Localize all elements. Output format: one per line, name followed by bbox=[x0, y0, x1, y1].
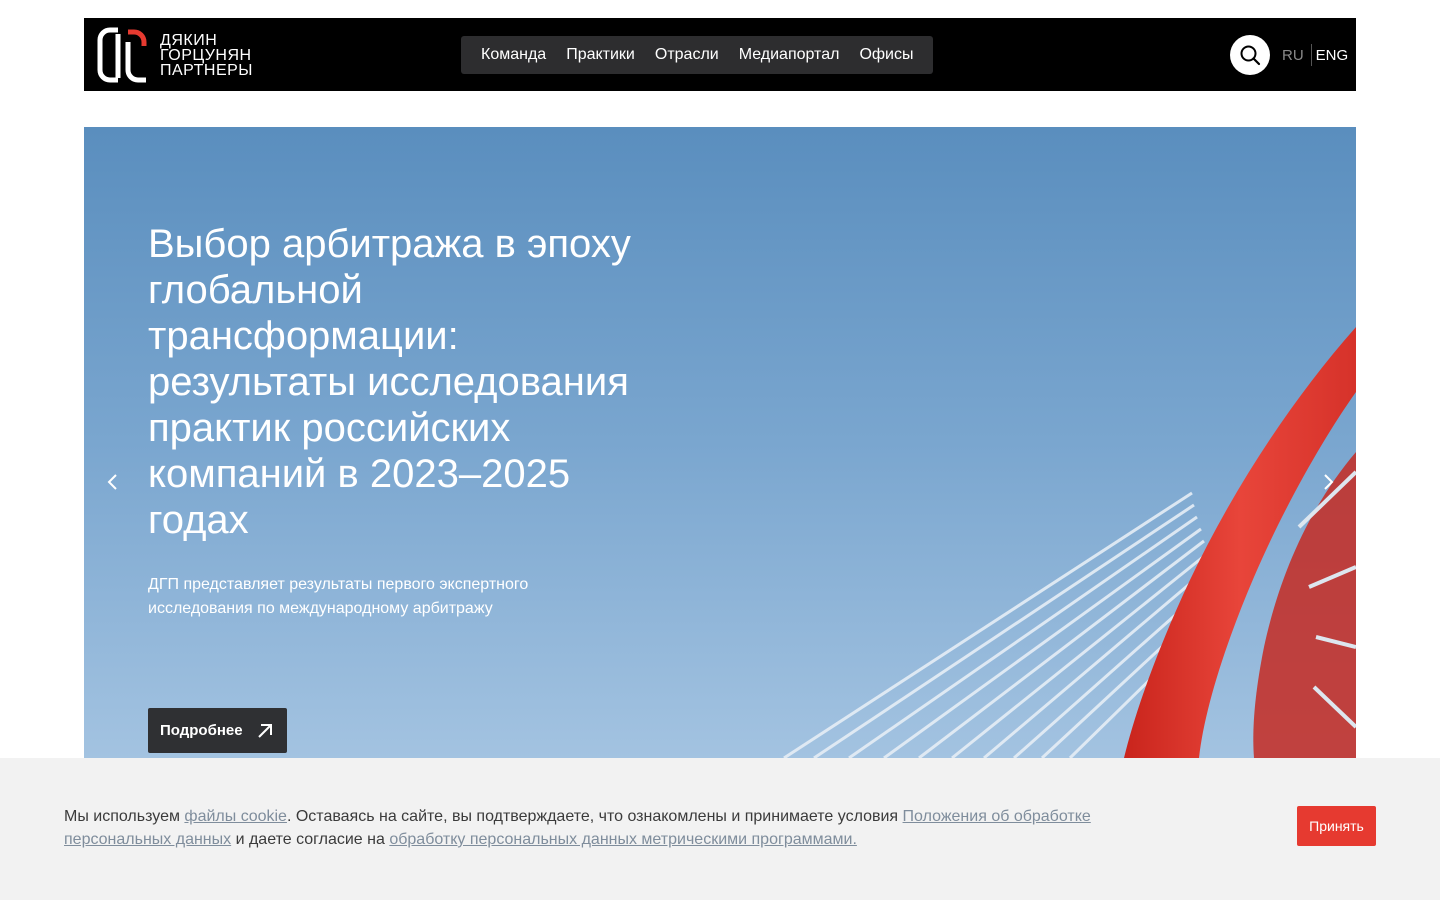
nav-item-offices[interactable]: Офисы bbox=[849, 46, 923, 64]
hero-more-button[interactable]: Подробнее bbox=[148, 708, 287, 753]
cookie-text-part: и даете согласие на bbox=[231, 831, 390, 848]
lang-divider bbox=[1310, 44, 1312, 66]
cookie-files-link[interactable]: файлы cookie bbox=[184, 808, 287, 825]
search-button[interactable] bbox=[1230, 35, 1270, 75]
metrics-consent-link[interactable]: обработку персональных данных метрически… bbox=[389, 831, 857, 848]
site-header: ДЯКИН ГОРЦУНЯН ПАРТНЕРЫ Команда Практики… bbox=[84, 18, 1356, 91]
main-nav: Команда Практики Отрасли Медиапортал Офи… bbox=[461, 36, 934, 74]
hero-more-label: Подробнее bbox=[160, 722, 243, 739]
nav-item-practices[interactable]: Практики bbox=[556, 46, 645, 64]
cookie-banner: Мы используем файлы cookie. Оставаясь на… bbox=[0, 758, 1440, 900]
cookie-accept-button[interactable]: Принять bbox=[1297, 806, 1376, 846]
lang-ru[interactable]: RU bbox=[1282, 47, 1308, 64]
logo-mark-icon bbox=[97, 27, 147, 83]
slider-prev-button[interactable] bbox=[98, 467, 128, 497]
chevron-left-icon bbox=[107, 474, 117, 490]
cookie-text: Мы используем файлы cookie. Оставаясь на… bbox=[64, 805, 1164, 851]
logo-line: ПАРТНЕРЫ bbox=[160, 61, 253, 79]
slider-next-button[interactable] bbox=[1313, 467, 1343, 497]
cookie-text-part: . Оставаясь на сайте, вы подтверждаете, … bbox=[286, 808, 903, 825]
nav-item-team[interactable]: Команда bbox=[471, 46, 556, 64]
logo-line: ГОРЦУНЯН bbox=[160, 46, 252, 64]
hero-subtitle: ДГП представляет результаты первого эксп… bbox=[148, 576, 529, 617]
language-switcher: RU ENG bbox=[1282, 44, 1348, 66]
nav-item-industries[interactable]: Отрасли bbox=[645, 46, 729, 64]
logo-line: ДЯКИН bbox=[160, 31, 218, 49]
arrow-up-right-icon bbox=[257, 723, 272, 738]
cookie-text-part: Мы используем bbox=[64, 808, 185, 825]
nav-item-mediaportal[interactable]: Медиапортал bbox=[729, 46, 850, 64]
logo-text: ДЯКИН ГОРЦУНЯН ПАРТНЕРЫ bbox=[160, 31, 253, 79]
hero-title: Выбор арбитража в эпоху глобальной транс… bbox=[148, 222, 631, 542]
site-logo[interactable]: ДЯКИН ГОРЦУНЯН ПАРТНЕРЫ bbox=[96, 26, 266, 84]
lang-eng[interactable]: ENG bbox=[1315, 47, 1349, 64]
search-icon bbox=[1240, 45, 1261, 66]
hero-slider: Выбор арбитража в эпоху глобальной транс… bbox=[84, 127, 1356, 758]
chevron-right-icon bbox=[1324, 474, 1334, 490]
